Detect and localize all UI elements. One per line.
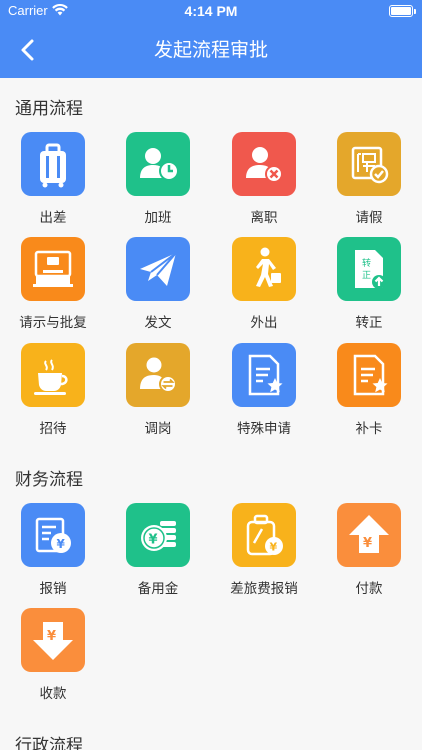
item-label: 请假 [355,210,383,226]
section-title-general: 通用流程 [15,99,83,119]
luggage-icon [21,132,85,196]
yuan-coins-icon: ¥ [126,503,190,567]
item-label: 备用金 [137,581,179,597]
item-transfer[interactable]: 调岗 [108,343,208,443]
navigation-bar: Carrier 4:14 PM 发起流程审批 [0,0,422,78]
page-title: 发起流程审批 [153,39,268,61]
item-label: 加班 [144,210,172,226]
item-card-correction[interactable]: 补卡 [319,343,419,443]
item-label: 招待 [39,421,67,437]
item-reception[interactable]: 招待 [3,343,103,443]
item-label: 发文 [144,315,172,331]
person-swap-icon [126,343,190,407]
item-label: 转正 [355,315,383,331]
item-regularization[interactable]: 转正 转正 [319,237,419,337]
item-label: 调岗 [144,421,172,437]
item-label: 外出 [250,315,278,331]
yuan-document-icon: ¥ [21,503,85,567]
luggage-yuan-icon: ¥ [232,503,296,567]
item-overtime[interactable]: 加班 [108,132,208,232]
item-travel-reimbursement[interactable]: ¥ 差旅费报销 [214,503,314,603]
item-label: 出差 [39,210,67,226]
clock-time: 4:14 PM [184,3,238,19]
yuan-arrow-up-icon: ¥ [337,503,401,567]
item-label: 请示与批复 [19,315,87,331]
item-petty-cash[interactable]: ¥ 备用金 [108,503,208,603]
item-outing[interactable]: 外出 [214,237,314,337]
document-star-icon [232,343,296,407]
item-label: 差旅费报销 [230,581,298,597]
svg-text:¥: ¥ [57,537,66,551]
coffee-cup-icon [21,343,85,407]
svg-text:正: 正 [362,271,371,281]
leave-stamp-icon [337,132,401,196]
item-special-request[interactable]: 特殊申请 [214,343,314,443]
svg-text:¥: ¥ [47,629,56,644]
person-clock-icon [126,132,190,196]
item-reimbursement[interactable]: ¥ 报销 [3,503,103,603]
item-label: 收款 [39,686,67,702]
item-label: 报销 [39,581,67,597]
status-bar: Carrier 4:14 PM [0,0,422,22]
item-dispatch[interactable]: 发文 [108,237,208,337]
item-request-reply[interactable]: 请示与批复 [3,237,103,337]
paper-plane-icon [126,237,190,301]
section-title-finance: 财务流程 [15,470,83,490]
item-receipt[interactable]: ¥ 收款 [3,608,103,708]
item-resignation[interactable]: 离职 [214,132,314,232]
svg-text:转: 转 [362,257,371,269]
svg-text:¥: ¥ [270,541,278,554]
item-business-trip[interactable]: 出差 [3,132,103,232]
person-remove-icon [232,132,296,196]
walking-person-icon [232,237,296,301]
item-label: 补卡 [355,421,383,437]
item-label: 付款 [355,581,383,597]
document-star-icon [337,343,401,407]
svg-text:¥: ¥ [363,536,372,551]
battery-icon [389,5,416,17]
item-payment[interactable]: ¥ 付款 [319,503,419,603]
section-title-admin: 行政流程 [15,736,83,750]
document-up-icon: 转正 [337,237,401,301]
yuan-arrow-down-icon: ¥ [21,608,85,672]
svg-text:¥: ¥ [149,533,158,548]
item-leave[interactable]: 请假 [319,132,419,232]
stamp-icon [21,237,85,301]
item-label: 特殊申请 [237,421,291,437]
item-label: 离职 [250,210,278,226]
